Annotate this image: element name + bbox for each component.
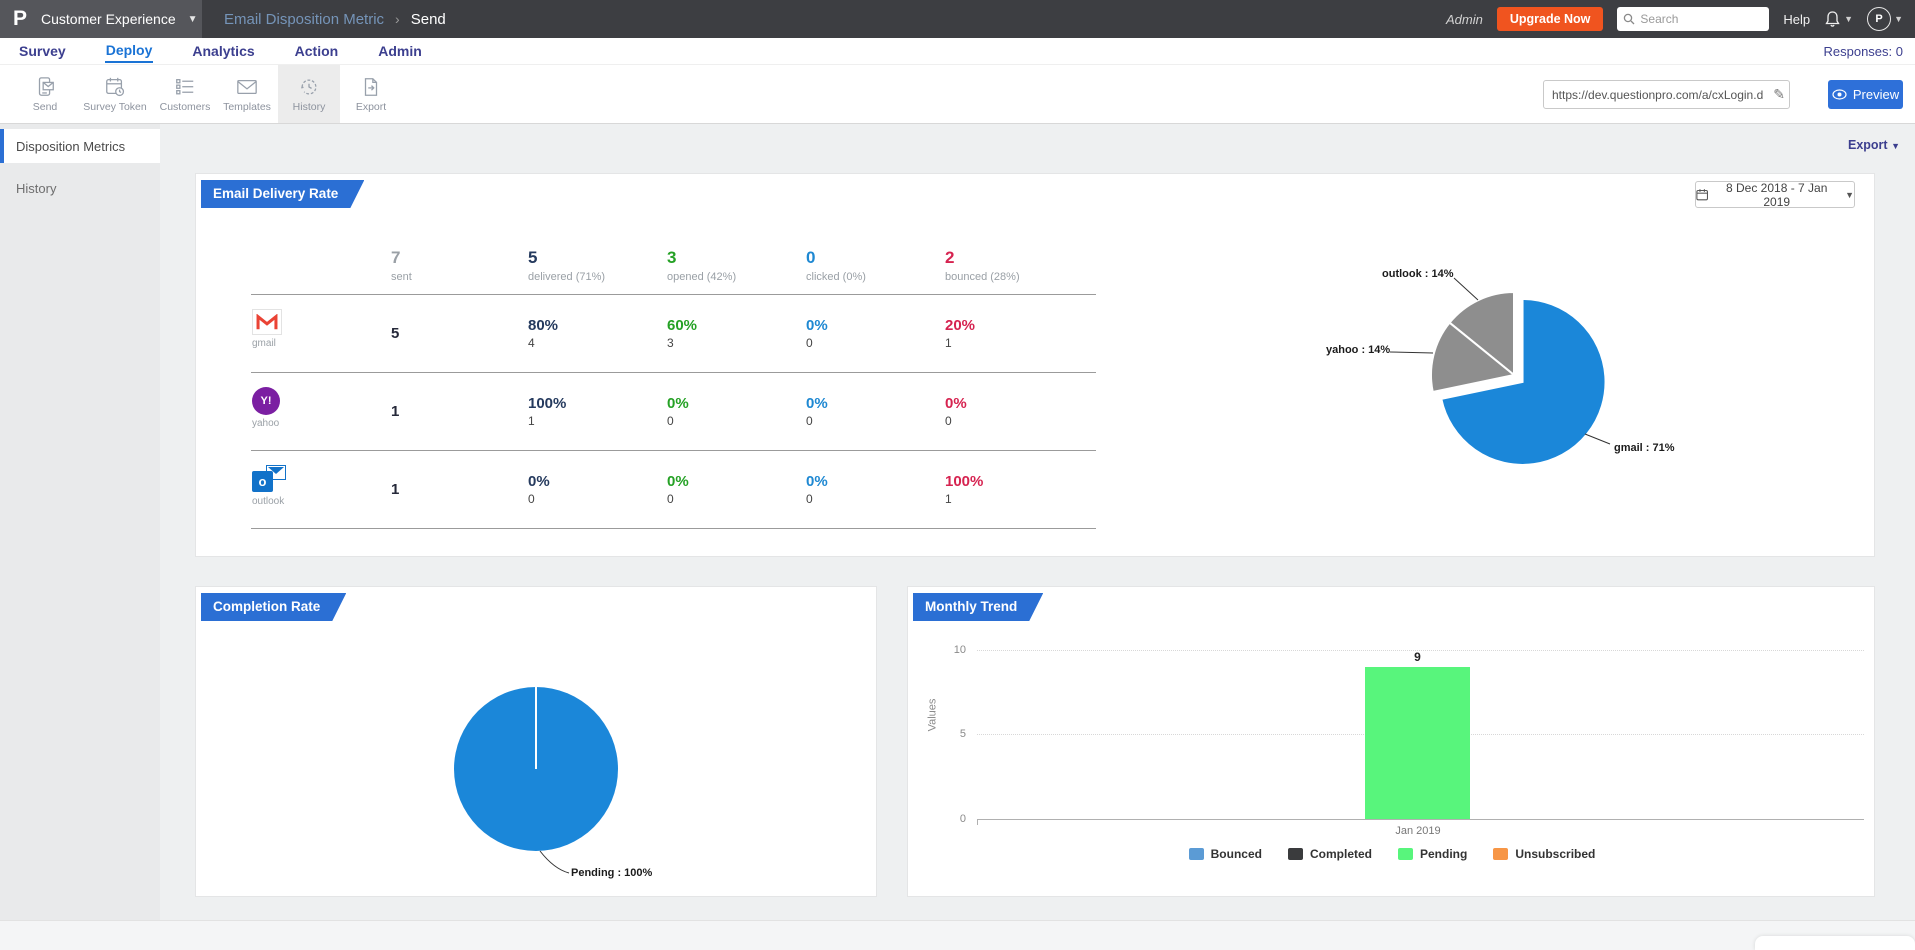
pie-label-gmail: gmail : 71%	[1614, 442, 1675, 454]
left-sidebar: Disposition Metrics History	[0, 124, 160, 920]
legend-item-pending[interactable]: Pending	[1398, 847, 1467, 861]
toolbar-item-templates[interactable]: Templates	[216, 65, 278, 123]
breadcrumb-parent-link[interactable]: Email Disposition Metric	[224, 11, 384, 28]
breadcrumb: Email Disposition Metric › Send	[224, 11, 446, 28]
workspace-name: Customer Experience	[41, 11, 176, 27]
sidebar-item-history[interactable]: History	[0, 171, 160, 205]
bounced-total: 2	[945, 238, 1020, 268]
summary-header-row: 7sent 5delivered (71%) 3opened (42%) 0cl…	[251, 238, 1096, 295]
delivered-total: 5	[528, 238, 605, 268]
responses-count[interactable]: Responses: 0	[1824, 44, 1904, 59]
outlook-icon: o	[252, 465, 290, 493]
delivery-pie-chart	[1296, 234, 1656, 524]
legend-item-bounced[interactable]: Bounced	[1189, 847, 1262, 861]
yahoo-icon: Y!	[252, 387, 280, 415]
workspace-switcher[interactable]: P Customer Experience ▼	[0, 0, 202, 38]
survey-url-field: ✎	[1543, 80, 1790, 109]
chevron-down-icon: ▼	[1891, 141, 1900, 151]
gmail-icon	[252, 309, 282, 335]
toolbar-item-export[interactable]: Export	[340, 65, 402, 123]
search-icon	[1623, 13, 1635, 25]
footer-band	[0, 920, 1915, 950]
send-mobile-icon	[34, 76, 56, 98]
history-icon	[298, 76, 320, 98]
x-axis	[977, 819, 1864, 820]
export-dropdown[interactable]: Export ▼	[1848, 138, 1900, 152]
legend-item-unsubscribed[interactable]: Unsubscribed	[1493, 847, 1595, 861]
calendar-icon	[1696, 188, 1708, 201]
toolbar-item-survey-token[interactable]: Survey Token	[76, 65, 154, 123]
delivery-stats-table: 7sent 5delivered (71%) 3opened (42%) 0cl…	[251, 238, 1096, 529]
search-input[interactable]	[1640, 12, 1755, 26]
email-delivery-rate-card: Email Delivery Rate 8 Dec 2018 - 7 Jan 2…	[195, 173, 1875, 557]
sidebar-item-disposition-metrics[interactable]: Disposition Metrics	[0, 129, 160, 163]
legend-swatch	[1189, 848, 1204, 860]
calendar-token-icon	[104, 76, 126, 98]
pie-label-yahoo: yahoo : 14%	[1326, 344, 1390, 356]
eye-icon	[1832, 89, 1847, 100]
completion-rate-card: Completion Rate Pending : 100%	[195, 586, 877, 897]
bar-pending	[1365, 667, 1470, 819]
menu-item-action[interactable]: Action	[294, 40, 340, 62]
chevron-down-icon: ▼	[188, 14, 198, 25]
menu-item-admin[interactable]: Admin	[377, 40, 423, 62]
upgrade-now-button[interactable]: Upgrade Now	[1497, 7, 1604, 31]
menu-item-analytics[interactable]: Analytics	[191, 40, 255, 62]
top-bar: P Customer Experience ▼ Email Dispositio…	[0, 0, 1915, 38]
list-icon	[174, 76, 196, 98]
chat-widget[interactable]	[1755, 936, 1915, 950]
menu-item-survey[interactable]: Survey	[18, 40, 67, 62]
card-title-flag: Email Delivery Rate	[201, 180, 364, 208]
export-icon	[360, 76, 382, 98]
bar-value-label: 9	[1365, 650, 1470, 664]
sent-total: 7	[391, 238, 412, 268]
y-tick-0: 0	[928, 813, 966, 825]
chevron-down-icon: ▼	[1894, 14, 1903, 24]
clicked-total: 0	[806, 238, 866, 268]
monthly-trend-card: Monthly Trend 10 5 0 Values Jan 2019 9 B…	[907, 586, 1875, 897]
legend-swatch	[1398, 848, 1413, 860]
main-content: Export ▼ Email Delivery Rate 8 Dec 2018 …	[160, 124, 1915, 920]
menu-item-deploy[interactable]: Deploy	[105, 39, 154, 63]
help-link[interactable]: Help	[1783, 12, 1810, 27]
table-row-yahoo: Y! yahoo 1 100%1 0%0 0%0 0%0	[251, 373, 1096, 451]
legend-item-completed[interactable]: Completed	[1288, 847, 1372, 861]
toolbar-item-customers[interactable]: Customers	[154, 65, 216, 123]
toolbar-item-history[interactable]: History	[278, 65, 340, 123]
preview-button[interactable]: Preview	[1828, 80, 1903, 109]
main-menu: Survey Deploy Analytics Action Admin Res…	[0, 38, 1915, 65]
completion-pie-chart	[426, 657, 746, 887]
avatar: P	[1867, 7, 1891, 31]
y-tick-10: 10	[928, 644, 966, 656]
pie-label-pending: Pending : 100%	[571, 867, 652, 879]
breadcrumb-separator: ›	[395, 11, 400, 27]
global-search[interactable]	[1617, 7, 1769, 31]
bell-icon	[1824, 10, 1841, 28]
legend-swatch	[1493, 848, 1508, 860]
toolbar-item-send[interactable]: Send	[14, 65, 76, 123]
envelope-icon	[236, 76, 258, 98]
admin-label[interactable]: Admin	[1446, 12, 1483, 27]
card-title-flag: Completion Rate	[201, 593, 346, 621]
table-row-outlook: o outlook 1 0%0 0%0 0%0 100%1	[251, 451, 1096, 529]
chevron-down-icon: ▼	[1844, 14, 1853, 24]
chart-legend: Bounced Completed Pending Unsubscribed	[908, 847, 1876, 861]
pie-label-outlook: outlook : 14%	[1382, 268, 1454, 280]
breadcrumb-current: Send	[411, 11, 446, 28]
edit-url-icon[interactable]: ✎	[1773, 86, 1785, 103]
y-axis-label: Values	[926, 699, 938, 732]
questionpro-logo: P	[13, 7, 27, 31]
x-category-label: Jan 2019	[1368, 825, 1468, 837]
table-row-gmail: gmail 5 80%4 60%3 0%0 20%1	[251, 295, 1096, 373]
date-range-picker[interactable]: 8 Dec 2018 - 7 Jan 2019 ▼	[1695, 181, 1855, 208]
notifications-menu[interactable]: ▼	[1824, 10, 1853, 28]
account-menu[interactable]: P ▼	[1867, 7, 1903, 31]
opened-total: 3	[667, 238, 736, 268]
deploy-toolbar: Send Survey Token Customers Templates Hi…	[0, 65, 1915, 124]
survey-url-input[interactable]	[1552, 88, 1773, 102]
legend-swatch	[1288, 848, 1303, 860]
chevron-down-icon: ▼	[1845, 190, 1854, 200]
